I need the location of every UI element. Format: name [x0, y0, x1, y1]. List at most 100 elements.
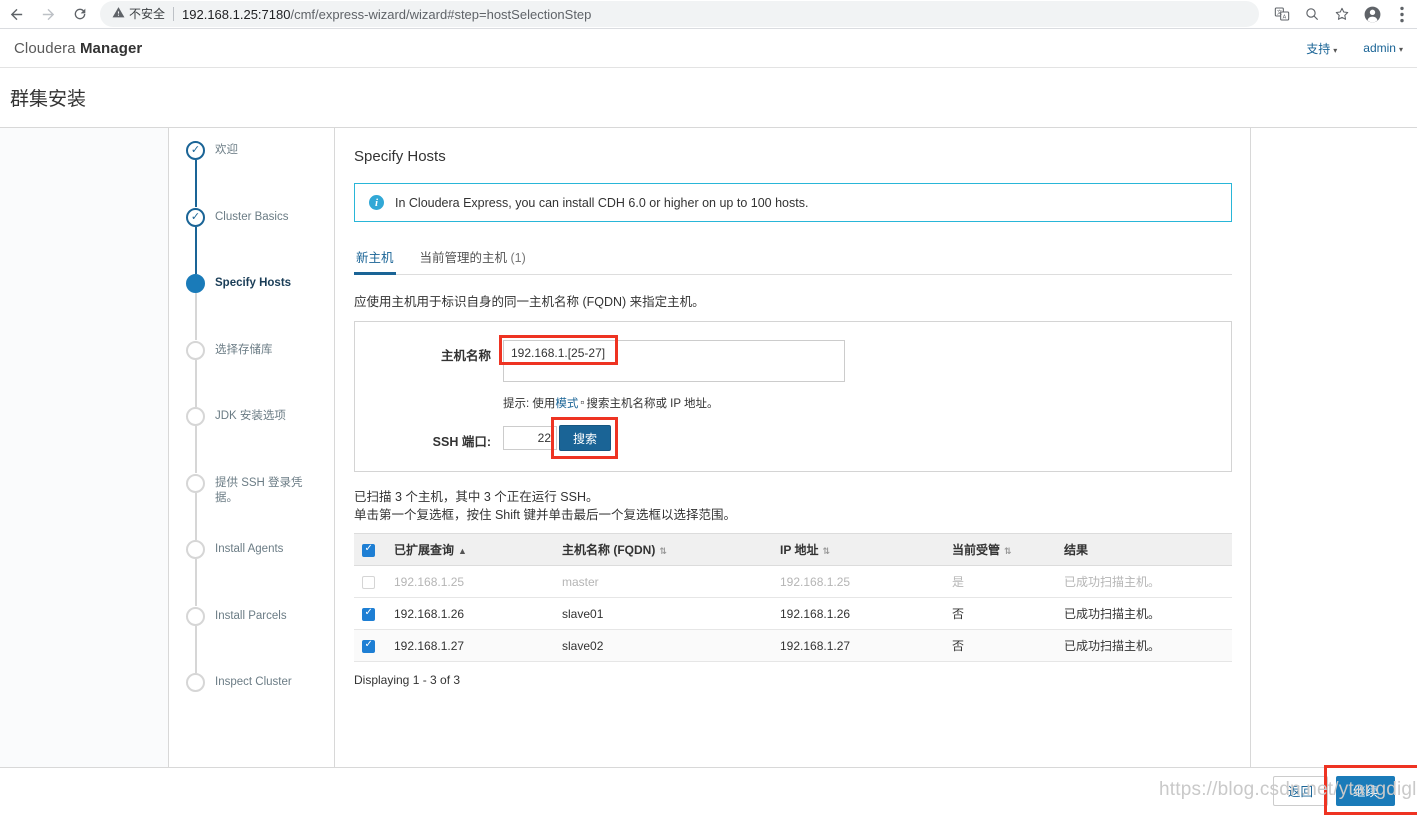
step-label: 欢迎 — [215, 144, 238, 156]
header-expanded-query[interactable]: 已扩展查询 ▲ — [386, 533, 554, 566]
cell-ip: 192.168.1.26 — [772, 597, 944, 630]
sort-both-icon: ⇅ — [1004, 546, 1011, 556]
check-circle-icon — [186, 207, 205, 227]
brand-bold: Manager — [79, 39, 143, 57]
header-result: 结果 — [1056, 533, 1232, 566]
left-gutter — [0, 128, 169, 768]
sort-both-icon: ⇅ — [659, 546, 666, 556]
search-button[interactable]: 搜索 — [559, 425, 612, 451]
row-checkbox[interactable] — [362, 575, 375, 589]
row-checkbox-cell — [354, 565, 386, 598]
url-text: 192.168.1.25:7180/cmf/express-wizard/wiz… — [182, 6, 592, 22]
empty-circle-icon — [186, 673, 205, 692]
row-checkbox[interactable] — [362, 607, 375, 621]
info-circle-icon: i — [369, 195, 384, 210]
hosts-table: 已扩展查询▲ 主机名称 (FQDN)⇅ IP 地址⇅ 当前受管⇅ 结果 192.… — [354, 533, 1232, 662]
step-connector — [194, 359, 197, 407]
chevron-down-icon: ▾ — [1398, 45, 1403, 54]
step-connector — [194, 226, 197, 274]
header-select-all-cell — [354, 533, 386, 566]
cell-expanded-query: 192.168.1.27 — [386, 629, 554, 662]
security-status-label: 不安全 — [129, 7, 175, 21]
hostname-field-row: 主机名称 提示: 使用模式▫搜索主机名称或 IP 地址。 — [355, 335, 1231, 411]
step-label: 提供 SSH 登录凭据。 — [215, 476, 303, 504]
tab-new-hosts[interactable]: 新主机 — [354, 243, 396, 275]
hostname-input[interactable] — [503, 340, 845, 382]
host-search-panel: 主机名称 提示: 使用模式▫搜索主机名称或 IP 地址。 SSH 端口: — [354, 321, 1232, 472]
step-connector — [194, 426, 197, 473]
address-bar[interactable]: 不安全 192.168.1.25:7180/cmf/express-wizard… — [100, 1, 1259, 27]
sidebar-item-cluster-basics[interactable]: Cluster Basics — [169, 207, 334, 274]
scan-summary: 已扫描 3 个主机，其中 3 个正在运行 SSH。 单击第一个复选框，按住 Sh… — [354, 488, 1232, 524]
step-connector — [194, 492, 197, 540]
svg-text:A: A — [1283, 14, 1287, 20]
kebab-menu-icon[interactable] — [1387, 0, 1417, 28]
sidebar-item-install-agents[interactable]: Install Agents — [169, 539, 334, 606]
header-ip[interactable]: IP 地址 ⇅ — [772, 533, 944, 566]
empty-circle-icon — [186, 473, 205, 493]
hostname-label: 主机名称 — [440, 349, 491, 363]
row-checkbox[interactable] — [362, 639, 375, 653]
step-connector — [194, 160, 197, 207]
table-header-row: 已扩展查询▲ 主机名称 (FQDN)⇅ IP 地址⇅ 当前受管⇅ 结果 — [354, 533, 1232, 566]
support-menu[interactable]: 支持 ▾ — [1306, 40, 1337, 57]
section-title: Specify Hosts — [354, 148, 446, 165]
cell-expanded-query: 192.168.1.25 — [386, 565, 554, 598]
header-currently-managed[interactable]: 当前受管 ⇅ — [944, 533, 1056, 566]
forward-arrow-icon[interactable] — [32, 0, 64, 28]
wizard-step-list: 欢迎 Cluster Basics Specify Hosts 选择存储库 JD… — [169, 128, 335, 768]
sort-asc-icon: ▲ — [458, 546, 467, 556]
cell-fqdn: slave02 — [554, 629, 772, 662]
table-row[interactable]: 192.168.1.27 slave02 192.168.1.27 否 已成功扫… — [354, 629, 1232, 662]
tab-currently-managed-hosts[interactable]: 当前管理的主机 (1) — [418, 243, 528, 274]
sidebar-item-select-repository[interactable]: 选择存储库 — [169, 340, 334, 407]
step-label: Inspect Cluster — [215, 676, 292, 688]
step-label: Install Parcels — [215, 609, 287, 622]
step-connector — [194, 293, 197, 340]
wizard-content: Specify Hosts i In Cloudera Express, you… — [335, 128, 1250, 768]
back-arrow-icon[interactable] — [0, 0, 32, 28]
cell-expanded-query: 192.168.1.26 — [386, 597, 554, 630]
continue-button[interactable]: 继续 — [1335, 775, 1395, 806]
empty-circle-icon — [186, 407, 205, 426]
search-icon[interactable] — [1297, 0, 1327, 28]
step-connector — [194, 559, 197, 606]
check-circle-icon — [186, 141, 205, 160]
row-checkbox-cell — [354, 597, 386, 630]
profile-avatar-icon[interactable] — [1357, 0, 1387, 28]
sidebar-item-ssh-credentials[interactable]: 提供 SSH 登录凭据。 — [169, 473, 334, 540]
step-label: 选择存储库 — [215, 343, 273, 356]
step-label: JDK 安装选项 — [215, 410, 286, 422]
tab-count: (1) — [510, 251, 526, 265]
star-bookmark-icon[interactable] — [1327, 0, 1357, 28]
table-row[interactable]: 192.168.1.26 slave01 192.168.1.26 否 已成功扫… — [354, 597, 1232, 630]
info-banner: i In Cloudera Express, you can install C… — [354, 183, 1232, 222]
cell-result: 已成功扫描主机。 — [1056, 565, 1232, 598]
ssh-port-input[interactable] — [503, 426, 557, 450]
ssh-port-label: SSH 端口: — [432, 435, 491, 449]
step-connector — [194, 625, 197, 673]
sidebar-item-inspect-cluster[interactable]: Inspect Cluster — [169, 672, 334, 739]
scan-line-1: 已扫描 3 个主机，其中 3 个正在运行 SSH。 — [354, 490, 599, 504]
select-all-checkbox[interactable] — [362, 543, 375, 557]
cell-currently-managed: 否 — [944, 629, 1056, 662]
hostname-hint: 提示: 使用 模式 ▫ 搜索主机名称或 IP 地址。 — [503, 395, 845, 411]
reload-icon[interactable] — [64, 0, 96, 28]
back-button[interactable]: 返回 — [1272, 775, 1328, 806]
table-row[interactable]: 192.168.1.25 master 192.168.1.25 是 已成功扫描… — [354, 565, 1232, 598]
hint-prefix: 提示: 使用 — [503, 398, 556, 410]
sidebar-item-jdk-options[interactable]: JDK 安装选项 — [169, 406, 334, 473]
cell-fqdn: master — [554, 565, 772, 598]
header-fqdn[interactable]: 主机名称 (FQDN) ⇅ — [554, 533, 772, 566]
chevron-down-icon: ▾ — [1333, 45, 1338, 55]
app-header: Cloudera Manager 支持 ▾ admin ▾ — [0, 29, 1417, 68]
translate-icon[interactable]: 文A — [1267, 0, 1297, 28]
pattern-link[interactable]: 模式 — [555, 395, 578, 411]
sidebar-item-install-parcels[interactable]: Install Parcels — [169, 606, 334, 673]
sidebar-item-specify-hosts[interactable]: Specify Hosts — [169, 273, 334, 340]
step-label: Cluster Basics — [215, 210, 289, 223]
sidebar-item-welcome[interactable]: 欢迎 — [169, 140, 334, 207]
app-brand[interactable]: Cloudera Manager — [14, 40, 142, 57]
pagination-summary: Displaying 1 - 3 of 3 — [354, 673, 461, 687]
user-menu[interactable]: admin ▾ — [1363, 41, 1403, 55]
